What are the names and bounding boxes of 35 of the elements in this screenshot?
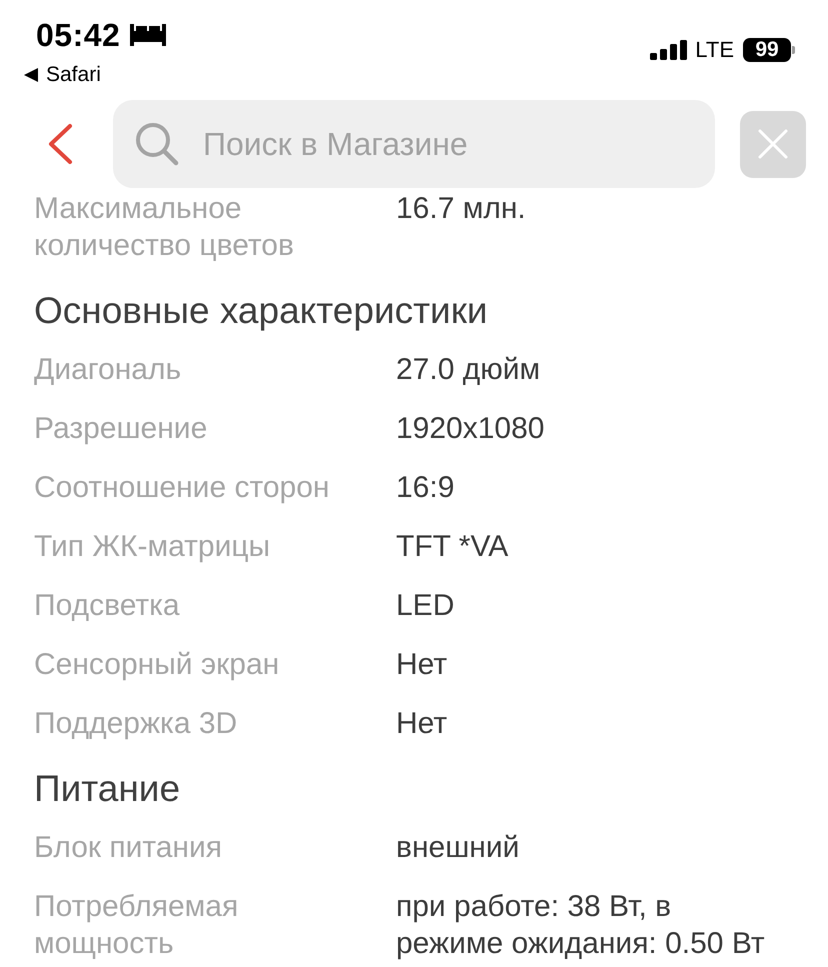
spec-label: Тип ЖК-матрицы bbox=[34, 529, 272, 565]
section-heading: Питание bbox=[34, 767, 182, 811]
spec-value: 16:9 bbox=[396, 470, 456, 506]
spec-value: Нет bbox=[396, 647, 448, 683]
back-to-app-link[interactable]: Safari bbox=[24, 62, 101, 88]
bed-icon bbox=[128, 24, 168, 46]
section-heading: Основные характеристики bbox=[34, 289, 489, 333]
spec-value: при работе: 38 Вт, в режиме ожидания: 0.50 Вт bbox=[396, 889, 766, 962]
battery-tip-icon bbox=[792, 46, 795, 54]
close-icon bbox=[758, 129, 788, 159]
chevron-left-icon bbox=[46, 123, 74, 165]
spec-value: 27.0 дюйм bbox=[396, 352, 542, 388]
search-field[interactable]: Поиск в Магазине bbox=[113, 100, 715, 188]
search-icon bbox=[135, 122, 179, 166]
spec-label: Потребляемая мощность bbox=[34, 889, 240, 962]
spec-label: Сенсорный экран bbox=[34, 647, 280, 683]
spec-label: Поддержка 3D bbox=[34, 706, 238, 742]
clock-time: 05:42 bbox=[36, 16, 120, 55]
spec-value: 1920x1080 bbox=[396, 411, 546, 447]
spec-label: Соотношение сторон bbox=[34, 470, 330, 506]
spec-value: LED bbox=[396, 588, 456, 624]
back-button[interactable] bbox=[46, 123, 74, 165]
spec-label: Блок питания bbox=[34, 830, 223, 866]
spec-label: Диагональ bbox=[34, 352, 182, 388]
spec-value: внешний bbox=[396, 830, 520, 866]
spec-label: Разрешение bbox=[34, 411, 208, 447]
back-triangle-icon bbox=[24, 68, 38, 82]
spec-label: Максимальное количество цветов bbox=[34, 191, 295, 264]
spec-value: 16.7 млн. bbox=[396, 191, 527, 227]
spec-value: Нет bbox=[396, 706, 448, 742]
spec-value: TFT *VA bbox=[396, 529, 510, 565]
spec-label: Подсветка bbox=[34, 588, 181, 624]
battery-level: 99 bbox=[743, 38, 791, 62]
network-type: LTE bbox=[695, 38, 734, 62]
signal-icon bbox=[650, 40, 688, 60]
